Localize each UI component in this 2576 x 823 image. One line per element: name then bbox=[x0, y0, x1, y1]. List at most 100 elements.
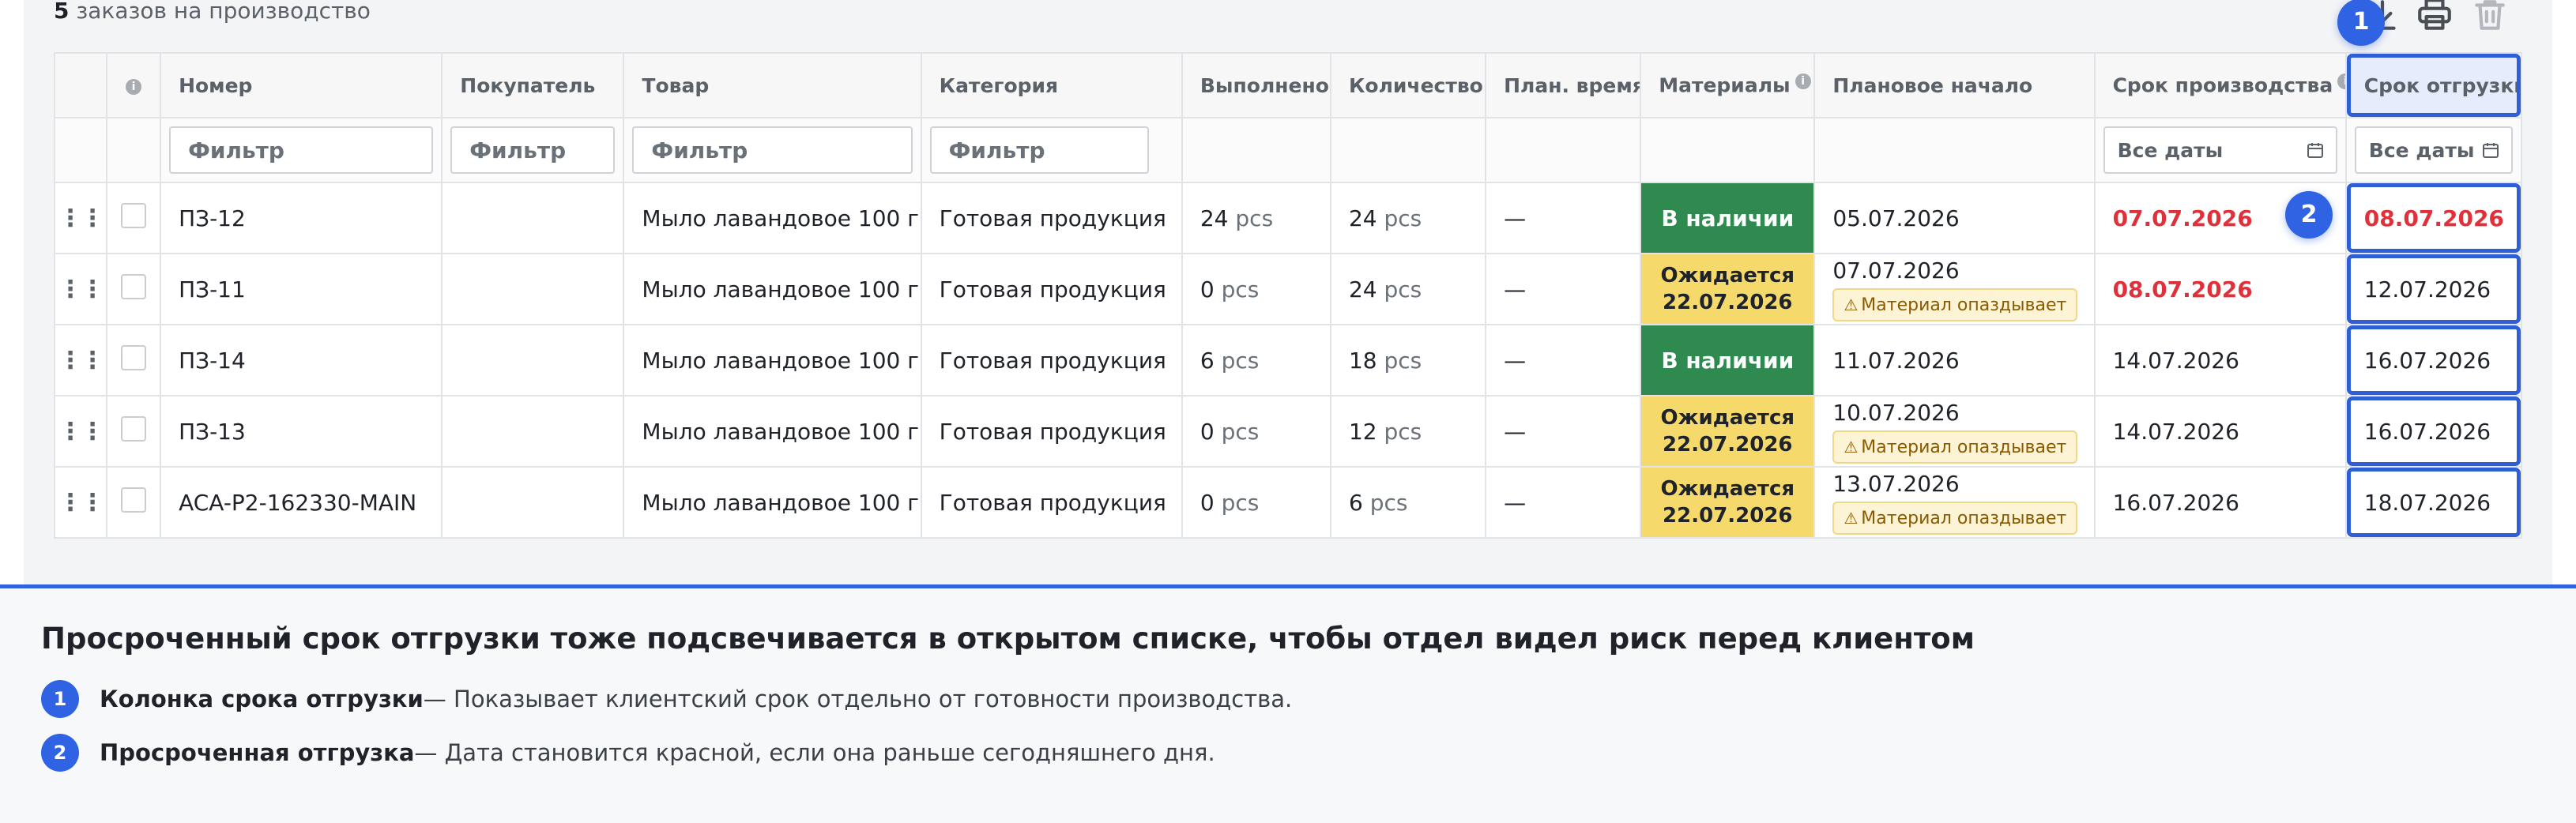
note-text: — Показывает клиентский срок отдельно от… bbox=[423, 686, 1293, 712]
material-status-label: Ожидается bbox=[1660, 406, 1795, 430]
planned-start-date: 13.07.2026 bbox=[1832, 470, 1960, 497]
cell-number[interactable]: ПЗ-13 bbox=[160, 395, 443, 468]
drag-handle-icon[interactable]: ⋮⋮ bbox=[53, 395, 108, 468]
header-done[interactable]: Выполнено bbox=[1181, 52, 1331, 118]
table-row[interactable]: ⋮⋮ ПЗ-12 Мыло лавандовое 100 г Готовая п… bbox=[53, 182, 2523, 254]
cell-number[interactable]: ПЗ-14 bbox=[160, 324, 443, 396]
orders-count-label: заказов на производство bbox=[69, 0, 371, 24]
note-number: 2 bbox=[41, 734, 79, 772]
cell-number[interactable]: ПЗ-12 bbox=[160, 182, 443, 254]
row-checkbox[interactable] bbox=[121, 273, 147, 299]
table-row[interactable]: ⋮⋮ ПЗ-11 Мыло лавандовое 100 г Готовая п… bbox=[53, 253, 2523, 325]
filter-category-input[interactable] bbox=[929, 126, 1150, 174]
note-item: 2 Просроченная отгрузка — Дата становитс… bbox=[41, 734, 1215, 772]
cell-production-deadline: 14.07.2026 bbox=[2093, 324, 2347, 396]
note-label: Просроченная отгрузка bbox=[100, 739, 415, 766]
cell-product: Мыло лавандовое 100 г bbox=[623, 395, 922, 468]
trash-icon[interactable] bbox=[2470, 0, 2510, 35]
drag-handle-icon[interactable]: ⋮⋮ bbox=[53, 253, 108, 325]
quantity-unit: pcs bbox=[1384, 276, 1422, 303]
cell-shipping-deadline: 18.07.2026 bbox=[2344, 466, 2523, 539]
cell-plan-time: — bbox=[1485, 253, 1642, 325]
note-label: Колонка срока отгрузки bbox=[100, 686, 424, 712]
cell-quantity: 18 pcs bbox=[1329, 324, 1487, 396]
cell-production-deadline: 16.07.2026 bbox=[2093, 466, 2347, 539]
production-date-filter[interactable]: Все даты bbox=[2103, 126, 2337, 174]
cell-shipping-deadline: 16.07.2026 bbox=[2344, 324, 2523, 396]
notes-panel: Просроченный срок отгрузки тоже подсвечи… bbox=[0, 584, 2576, 823]
drag-handle-icon[interactable]: ⋮⋮ bbox=[53, 466, 108, 539]
row-checkbox[interactable] bbox=[121, 487, 147, 513]
info-icon: i bbox=[1795, 73, 1811, 90]
material-expected-date: 22.07.2026 bbox=[1663, 291, 1793, 314]
table-filter-row: Все даты Все даты bbox=[53, 117, 2523, 183]
header-materials-label: Материалы bbox=[1659, 73, 1791, 97]
header-planned-start[interactable]: Плановое начало bbox=[1813, 52, 2096, 118]
shipping-date-filter[interactable]: Все даты bbox=[2354, 126, 2513, 174]
header-plan-time[interactable]: План. время bbox=[1485, 52, 1642, 118]
calendar-icon bbox=[2483, 143, 2499, 158]
cell-number[interactable]: ACA-P2-162330-MAIN bbox=[160, 466, 443, 539]
filter-shipping-date-cell: Все даты bbox=[2344, 117, 2523, 183]
header-shipping-deadline[interactable]: Срок отгрузки bbox=[2344, 52, 2523, 118]
filter-empty bbox=[1329, 117, 1487, 183]
drag-handle-icon[interactable]: ⋮⋮ bbox=[53, 324, 108, 396]
print-icon[interactable] bbox=[2415, 0, 2454, 35]
row-checkbox[interactable] bbox=[121, 415, 147, 442]
header-production-deadline[interactable]: Срок производстваi bbox=[2093, 52, 2347, 118]
quantity-value: 24 bbox=[1348, 205, 1377, 231]
cell-buyer bbox=[441, 395, 625, 468]
material-late-badge: ⚠ Материал опаздывает bbox=[1832, 501, 2078, 535]
material-status-badge: В наличии bbox=[1640, 324, 1816, 396]
cell-product: Мыло лавандовое 100 г bbox=[623, 466, 922, 539]
filter-buyer-cell bbox=[441, 117, 625, 183]
cell-production-deadline: 08.07.2026 bbox=[2093, 253, 2347, 325]
material-status-badge: Ожидается 22.07.2026 bbox=[1640, 395, 1816, 468]
cell-quantity: 24 pcs bbox=[1329, 182, 1487, 254]
filter-empty bbox=[1485, 117, 1642, 183]
quantity-value: 24 bbox=[1348, 276, 1377, 303]
cell-production-deadline: 14.07.2026 bbox=[2093, 395, 2347, 468]
filter-buyer-input[interactable] bbox=[450, 126, 616, 174]
done-value: 6 bbox=[1199, 347, 1215, 374]
warning-icon: ⚠ bbox=[1843, 295, 1859, 314]
drag-handle-icon[interactable]: ⋮⋮ bbox=[53, 182, 108, 254]
cell-planned-start: 13.07.2026 ⚠ Материал опаздывает bbox=[1813, 466, 2096, 539]
cell-done: 0 pcs bbox=[1181, 253, 1331, 325]
header-buyer[interactable]: Покупатель bbox=[441, 52, 625, 118]
quantity-unit: pcs bbox=[1384, 205, 1422, 231]
cell-plan-time: — bbox=[1485, 324, 1642, 396]
cell-product: Мыло лавандовое 100 г bbox=[623, 182, 922, 254]
material-late-label: Материал опаздывает bbox=[1861, 437, 2067, 457]
row-checkbox[interactable] bbox=[121, 202, 147, 228]
done-value: 0 bbox=[1199, 276, 1215, 303]
header-product[interactable]: Товар bbox=[623, 52, 922, 118]
filter-production-date-cell: Все даты bbox=[2093, 117, 2347, 183]
header-category[interactable]: Категория bbox=[920, 52, 1183, 118]
filter-empty bbox=[1640, 117, 1816, 183]
orders-count-number: 5 bbox=[54, 0, 70, 24]
cell-category: Готовая продукция bbox=[920, 182, 1183, 254]
filter-product-cell bbox=[623, 117, 922, 183]
material-late-label: Материал опаздывает bbox=[1861, 295, 2067, 315]
table-row[interactable]: ⋮⋮ ПЗ-13 Мыло лавандовое 100 г Готовая п… bbox=[53, 395, 2523, 468]
quantity-value: 6 bbox=[1348, 489, 1363, 516]
header-quantity[interactable]: Количество bbox=[1329, 52, 1487, 118]
filter-product-input[interactable] bbox=[632, 126, 913, 174]
header-materials[interactable]: Материалы i bbox=[1640, 52, 1816, 118]
done-value: 0 bbox=[1199, 489, 1215, 516]
quantity-unit: pcs bbox=[1369, 489, 1408, 516]
cell-plan-time: — bbox=[1485, 182, 1642, 254]
warning-icon: ⚠ bbox=[1843, 437, 1859, 457]
filter-number-input[interactable] bbox=[169, 126, 434, 174]
header-number[interactable]: Номер bbox=[160, 52, 443, 118]
cell-planned-start: 05.07.2026 bbox=[1813, 182, 2096, 254]
table-row[interactable]: ⋮⋮ ACA-P2-162330-MAIN Мыло лавандовое 10… bbox=[53, 466, 2523, 539]
row-checkbox[interactable] bbox=[121, 344, 147, 370]
row-select-cell bbox=[106, 253, 162, 325]
cell-plan-time: — bbox=[1485, 395, 1642, 468]
header-production-deadline-label: Срок производства bbox=[2112, 73, 2333, 97]
cell-number[interactable]: ПЗ-11 bbox=[160, 253, 443, 325]
orders-area: 5 заказов на производство i Номер Покупа… bbox=[0, 0, 2576, 584]
table-row[interactable]: ⋮⋮ ПЗ-14 Мыло лавандовое 100 г Готовая п… bbox=[53, 324, 2523, 396]
